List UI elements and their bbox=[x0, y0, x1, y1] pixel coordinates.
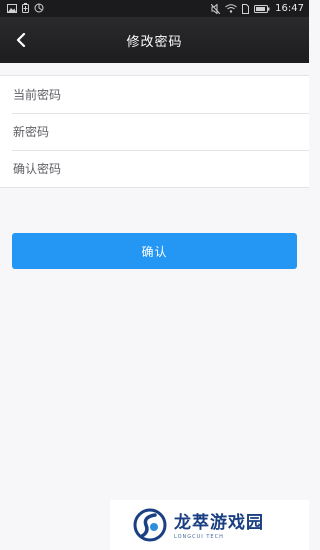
status-right: 16:47 bbox=[211, 2, 304, 15]
change-password-form bbox=[0, 75, 309, 188]
wifi-icon bbox=[225, 4, 237, 13]
sim-icon bbox=[242, 3, 250, 14]
watermark-logo-icon bbox=[133, 508, 167, 542]
status-bar: 16:47 bbox=[0, 0, 309, 17]
new-password-field[interactable] bbox=[0, 113, 293, 150]
confirm-button[interactable]: 确认 bbox=[12, 233, 297, 269]
new-password-row bbox=[0, 113, 309, 150]
watermark-name: 龙萃游戏园 bbox=[174, 513, 264, 533]
nav-bar: 修改密码 bbox=[0, 17, 309, 63]
confirm-password-row bbox=[0, 150, 309, 187]
image-icon bbox=[7, 3, 17, 13]
watermark: 龙萃游戏园 LONGCUI TECH bbox=[110, 500, 309, 550]
watermark-subtitle: LONGCUI TECH bbox=[174, 534, 224, 540]
status-time: 16:47 bbox=[275, 3, 304, 14]
battery-saver-icon bbox=[22, 3, 29, 13]
mute-icon bbox=[211, 3, 221, 14]
page-title: 修改密码 bbox=[126, 35, 183, 50]
current-password-row bbox=[0, 76, 309, 113]
status-left bbox=[7, 3, 44, 13]
current-password-field[interactable] bbox=[0, 76, 293, 113]
confirm-password-field[interactable] bbox=[0, 150, 293, 187]
data-saver-icon bbox=[34, 3, 44, 13]
battery-icon bbox=[254, 4, 270, 13]
